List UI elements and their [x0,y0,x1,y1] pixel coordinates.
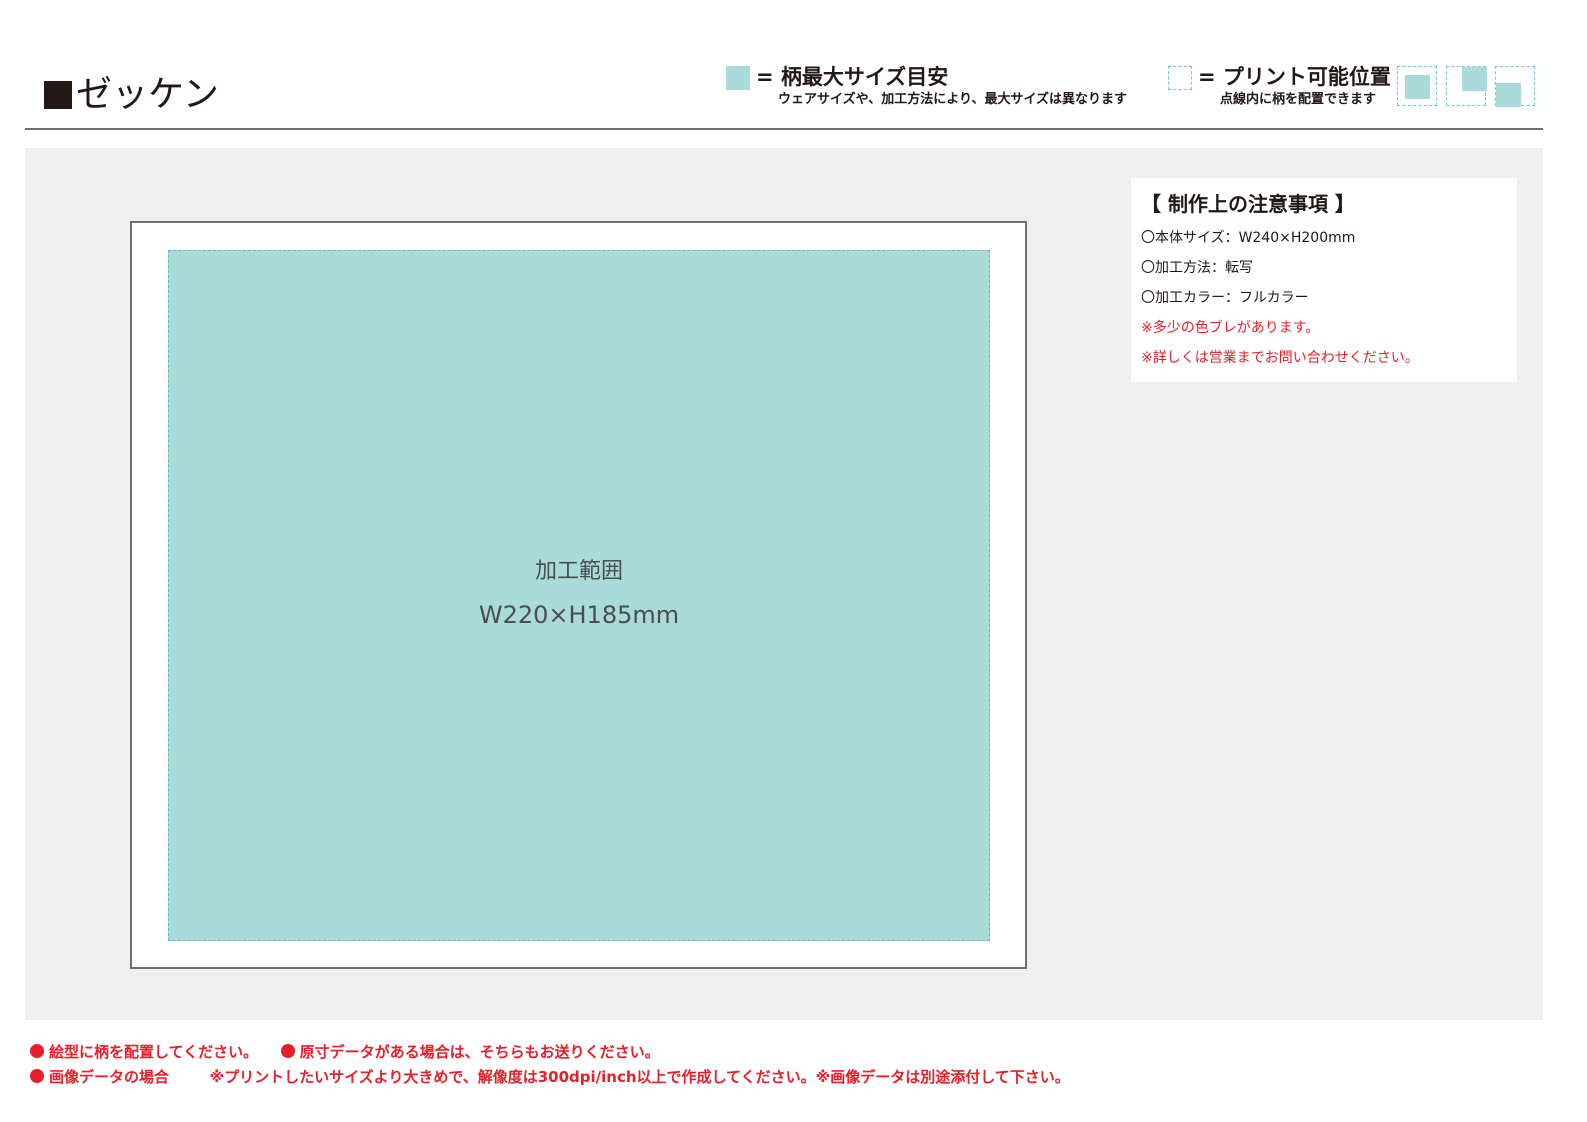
note-contact: ※詳しくは営業までお問い合わせください。 [1141,350,1419,366]
production-notes: 【 制作上の注意事項 】 〇本体サイズ：W240×H200mm 〇加工方法：転写… [1131,178,1517,382]
page-title: ゼッケン [44,72,219,118]
footer-image-data-label: 画像データの場合 [49,1068,170,1086]
note-color: 〇加工カラー：フルカラー [1141,290,1309,306]
bullet-icon [30,1069,44,1083]
note-color-variance: ※多少の色ブレがあります。 [1141,320,1320,336]
footer-row-2: 画像データの場合 ※プリントしたいサイズより大きめで、解像度は300dpi/in… [30,1067,1070,1087]
footer-instruction-1: 絵型に柄を配置してください。 [49,1043,259,1061]
dashed-square-icon [1168,66,1192,90]
placement-example-top-right-icon [1446,66,1487,106]
bullet-icon [30,1044,44,1058]
page-title-text: ゼッケン [76,74,219,115]
footer-row-1: 絵型に柄を配置してください。 原寸データがある場合は、そちらもお送りください。 [30,1042,660,1062]
square-bullet-icon [44,81,72,109]
legend-max-size-label: = 柄最大サイズ目安 [756,65,949,89]
print-area-size: W220×H185mm [478,601,680,629]
print-area: 加工範囲 W220×H185mm [168,250,990,941]
filled-square-icon [726,66,750,90]
placement-example-center-icon [1397,66,1437,106]
placement-example-bottom-left-icon [1495,66,1535,107]
footer-image-data-text: ※プリントしたいサイズより大きめで、解像度は300dpi/inch以上で作成して… [209,1068,1070,1086]
notes-heading: 【 制作上の注意事項 】 [1141,192,1355,216]
legend-print-position-note: 点線内に柄を配置できます [1220,92,1377,107]
note-method: 〇加工方法：転写 [1141,260,1253,276]
bullet-icon [280,1044,295,1058]
print-area-label: 加工範囲 [534,559,623,584]
note-body-size: 〇本体サイズ：W240×H200mm [1141,230,1356,246]
footer-instruction-2: 原寸データがある場合は、そちらもお送りください。 [299,1043,660,1061]
legend-print-position-label: = プリント可能位置 [1198,65,1391,89]
legend-max-size-note: ウェアサイズや、加工方法により、最大サイズは異なります [778,92,1128,107]
header-divider [25,128,1543,130]
